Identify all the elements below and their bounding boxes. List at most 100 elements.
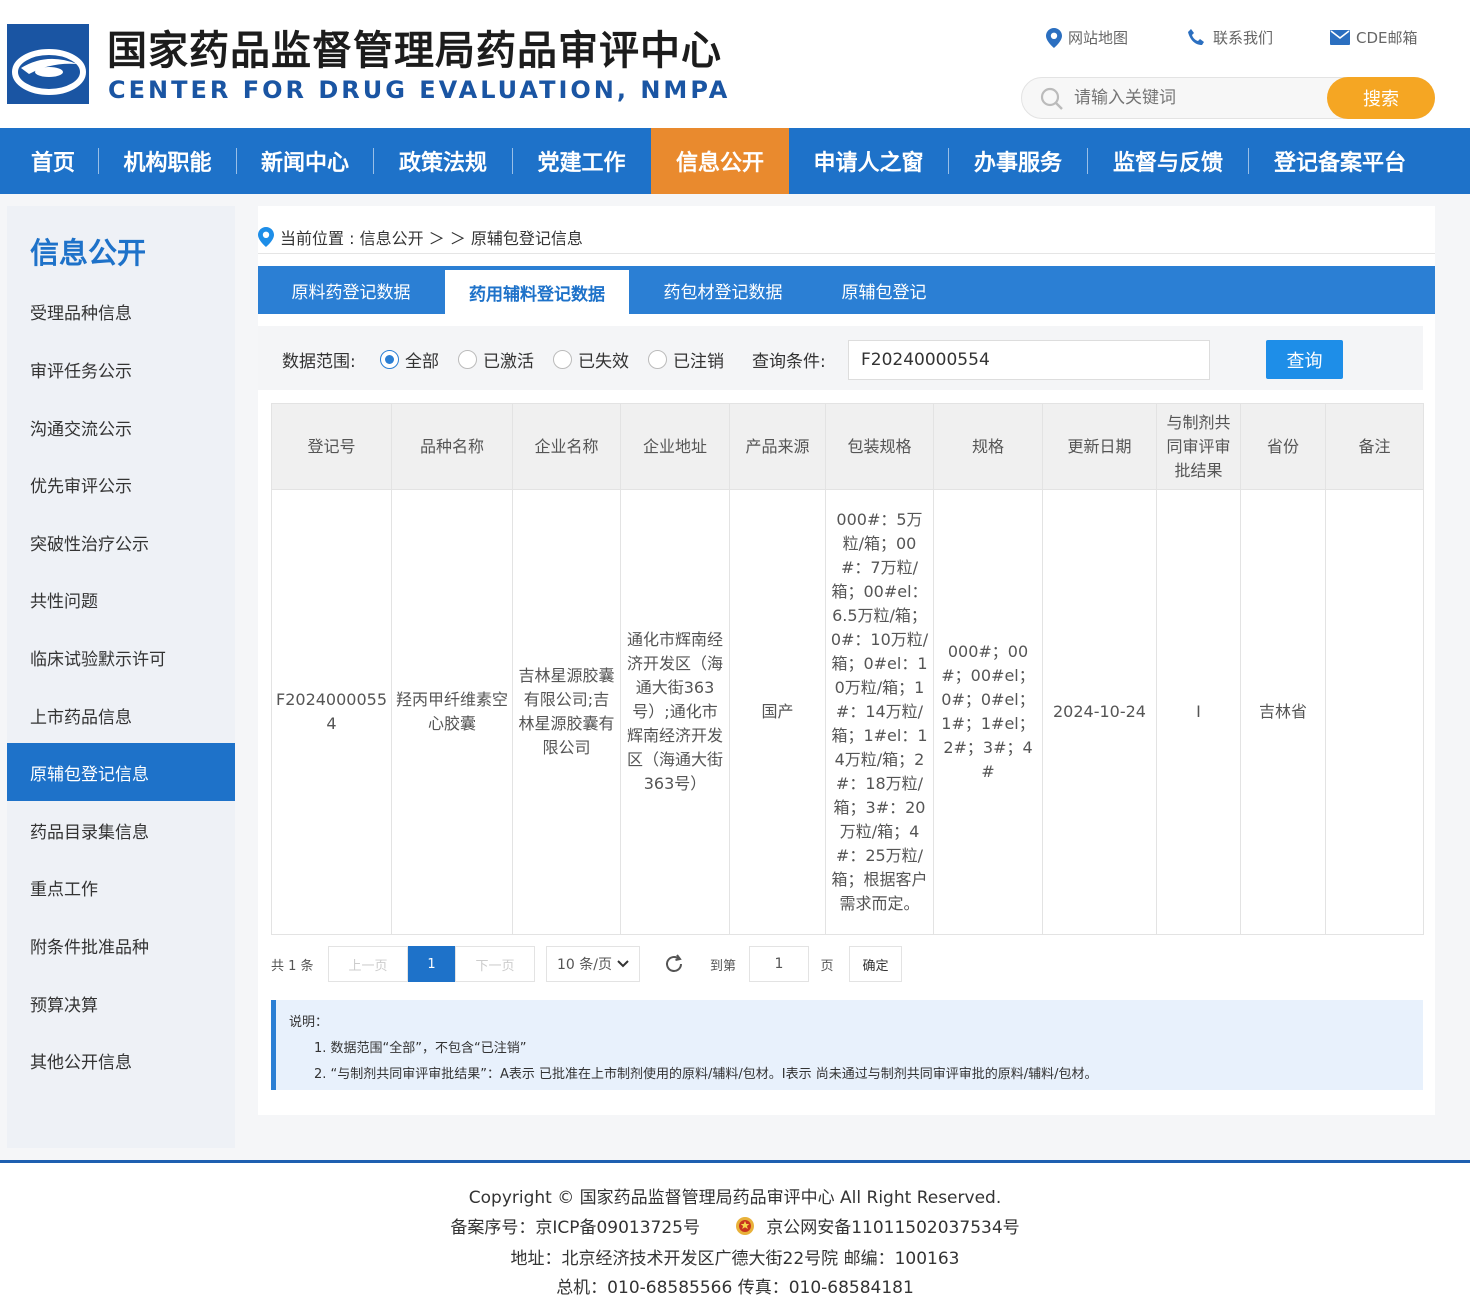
- note-line-1: 1. 数据范围“全部”，不包含“已注销”: [314, 1041, 527, 1056]
- prev-page-button[interactable]: 上一页: [328, 946, 408, 982]
- search-button[interactable]: 搜索: [1327, 77, 1435, 119]
- nav-item-policy[interactable]: 政策法规: [374, 128, 512, 194]
- query-button[interactable]: 查询: [1266, 340, 1343, 379]
- goto-page-input[interactable]: 1: [749, 946, 809, 982]
- sidebar-item-communication[interactable]: 沟通交流公示: [7, 398, 235, 456]
- location-icon: [258, 226, 274, 247]
- sidebar-item-other-info[interactable]: 其他公开信息: [7, 1031, 235, 1089]
- range-label: 数据范围:: [282, 352, 356, 372]
- page-size-select[interactable]: 10 条/页: [546, 946, 640, 982]
- radio-all[interactable]: 全部: [380, 347, 439, 372]
- cell-product-name: 羟丙甲纤维素空心胶囊: [391, 489, 513, 935]
- contact-link[interactable]: 联系我们: [1187, 27, 1273, 48]
- notes-box: 说明： 1. 数据范围“全部”，不包含“已注销” 2. “与制剂共同审评审批结果…: [271, 1000, 1423, 1090]
- breadcrumb: 当前位置 : 信息公开 ＞ ＞ 原辅包登记信息: [258, 220, 1435, 254]
- col-header: 企业名称: [512, 403, 621, 490]
- site-header: 国家药品监督管理局药品审评中心 CENTER FOR DRUG EVALUATI…: [0, 0, 1470, 128]
- phone-text: 总机：010-68585566 传真：010-68584181: [556, 1278, 914, 1298]
- cell-reg-no: F20240000554: [271, 489, 392, 935]
- radio-dot: [380, 350, 399, 369]
- next-page-button[interactable]: 下一页: [455, 946, 535, 982]
- query-label: 查询条件:: [752, 352, 826, 372]
- sidebar-item-key-work[interactable]: 重点工作: [7, 858, 235, 916]
- cde-logo[interactable]: [7, 24, 89, 104]
- site-footer: Copyright © 国家药品监督管理局药品审评中心 All Right Re…: [0, 1163, 1470, 1316]
- site-title-cn: 国家药品监督管理局药品审评中心: [107, 28, 722, 74]
- note-line-2: 2. “与制剂共同审评审批结果”：A表示 已批准在上市制剂使用的原料/辅料/包材…: [314, 1067, 1098, 1082]
- sidebar-item-common-issues[interactable]: 共性问题: [7, 570, 235, 628]
- cde-mail-label: CDE邮箱: [1356, 29, 1418, 47]
- cell-province: 吉林省: [1240, 489, 1326, 935]
- col-header: 备注: [1325, 403, 1424, 490]
- query-input[interactable]: [848, 340, 1210, 380]
- breadcrumb-text: 当前位置 : 信息公开 ＞ ＞ 原辅包登记信息: [280, 228, 583, 248]
- nav-item-home[interactable]: 首页: [8, 128, 98, 194]
- col-header: 更新日期: [1042, 403, 1157, 490]
- nav-item-supervision[interactable]: 监督与反馈: [1088, 128, 1248, 194]
- col-header: 包装规格: [825, 403, 934, 490]
- icp-link[interactable]: 备案序号：京ICP备09013725号: [450, 1218, 700, 1238]
- cell-remark: [1325, 489, 1424, 935]
- nav-item-applicant[interactable]: 申请人之窗: [789, 128, 948, 194]
- nav-item-info-disclosure[interactable]: 信息公开: [651, 128, 789, 194]
- sidebar-item-api-registration[interactable]: 原辅包登记信息: [7, 743, 235, 801]
- cell-spec: 000#；00#；00#el；0#；0#el；1#；1#el；2#；3#；4#: [933, 489, 1043, 935]
- sidebar-title: 信息公开: [30, 236, 147, 270]
- tab-api-data[interactable]: 原料药登记数据: [258, 266, 444, 314]
- address-text: 地址：北京经济技术开发区广德大街22号院 邮编：100163: [510, 1249, 960, 1269]
- radio-dot: [648, 350, 667, 369]
- police-badge-icon: [735, 1217, 754, 1235]
- notes-title: 说明：: [289, 1015, 329, 1030]
- chevron-down-icon: [617, 960, 629, 968]
- footer-registration-line: 备案序号：京ICP备09013725号 京公网安备11011502037534号: [0, 1213, 1470, 1238]
- radio-label: 已失效: [578, 352, 629, 372]
- sidebar-item-priority-review[interactable]: 优先审评公示: [7, 455, 235, 513]
- nav-item-functions[interactable]: 机构职能: [99, 128, 236, 194]
- phone-icon: [1188, 28, 1204, 45]
- map-pin-icon: [1046, 27, 1062, 48]
- sidebar-item-breakthrough[interactable]: 突破性治疗公示: [7, 513, 235, 571]
- tab-registration[interactable]: 原辅包登记: [816, 266, 952, 314]
- nav-item-services[interactable]: 办事服务: [949, 128, 1087, 194]
- sitemap-link[interactable]: 网站地图: [1046, 27, 1128, 48]
- cell-review-result: I: [1156, 489, 1241, 935]
- sidebar-item-budget[interactable]: 预算决算: [7, 974, 235, 1032]
- col-header: 规格: [933, 403, 1043, 490]
- police-record-link[interactable]: 京公网安备11011502037534号: [766, 1218, 1019, 1238]
- sidebar-item-review-tasks[interactable]: 审评任务公示: [7, 340, 235, 398]
- col-header: 省份: [1240, 403, 1326, 490]
- radio-activated[interactable]: 已激活: [458, 347, 534, 372]
- search-input[interactable]: [1074, 86, 1324, 110]
- table-row: F20240000554 羟丙甲纤维素空心胶囊 吉林星源胶囊有限公司;吉林星源胶…: [271, 489, 1424, 935]
- sidebar-item-clinical-trial[interactable]: 临床试验默示许可: [7, 628, 235, 686]
- radio-dot: [458, 350, 477, 369]
- sidebar-item-accepted[interactable]: 受理品种信息: [7, 282, 235, 340]
- filter-bar: 数据范围: 全部 已激活 已失效 已注销 查询条件: 查询: [258, 326, 1423, 390]
- nav-item-registration[interactable]: 登记备案平台: [1249, 128, 1431, 194]
- col-header: 企业地址: [620, 403, 730, 490]
- sidebar-item-conditional-approval[interactable]: 附条件批准品种: [7, 916, 235, 974]
- radio-label: 已激活: [483, 352, 534, 372]
- refresh-icon[interactable]: [661, 946, 687, 982]
- cell-company: 吉林星源胶囊有限公司;吉林星源胶囊有限公司: [512, 489, 621, 935]
- cde-mail-link[interactable]: CDE邮箱: [1330, 27, 1418, 48]
- cell-source: 国产: [729, 489, 826, 935]
- page-size-value: 10 条/页: [557, 957, 612, 973]
- confirm-button[interactable]: 确定: [849, 946, 902, 982]
- tab-packaging-data[interactable]: 药包材登记数据: [630, 266, 816, 314]
- page-unit-label: 页: [820, 958, 834, 974]
- results-table: 登记号 品种名称 企业名称 企业地址 产品来源 包装规格 规格 更新日期 与制剂…: [271, 403, 1424, 935]
- sidebar-item-catalog[interactable]: 药品目录集信息: [7, 801, 235, 859]
- site-title-en: CENTER FOR DRUG EVALUATION, NMPA: [108, 76, 731, 104]
- tab-excipient-data[interactable]: 药用辅料登记数据: [445, 266, 629, 314]
- copyright-text: Copyright © 国家药品监督管理局药品审评中心 All Right Re…: [468, 1188, 1002, 1208]
- radio-expired[interactable]: 已失效: [553, 347, 629, 372]
- page-1-button[interactable]: 1: [408, 946, 455, 982]
- col-header: 与制剂共同审评审批结果: [1156, 403, 1241, 490]
- sidebar-item-marketed-drugs[interactable]: 上市药品信息: [7, 686, 235, 744]
- nav-item-party[interactable]: 党建工作: [513, 128, 650, 194]
- cell-address: 通化市辉南经济开发区（海通大街363号）;通化市辉南经济开发区（海通大街363号…: [620, 489, 730, 935]
- cell-packaging: 000#：5万粒/箱；00#：7万粒/箱；00#el：6.5万粒/箱；0#：10…: [825, 489, 934, 935]
- nav-item-news[interactable]: 新闻中心: [237, 128, 373, 194]
- radio-cancelled[interactable]: 已注销: [648, 347, 724, 372]
